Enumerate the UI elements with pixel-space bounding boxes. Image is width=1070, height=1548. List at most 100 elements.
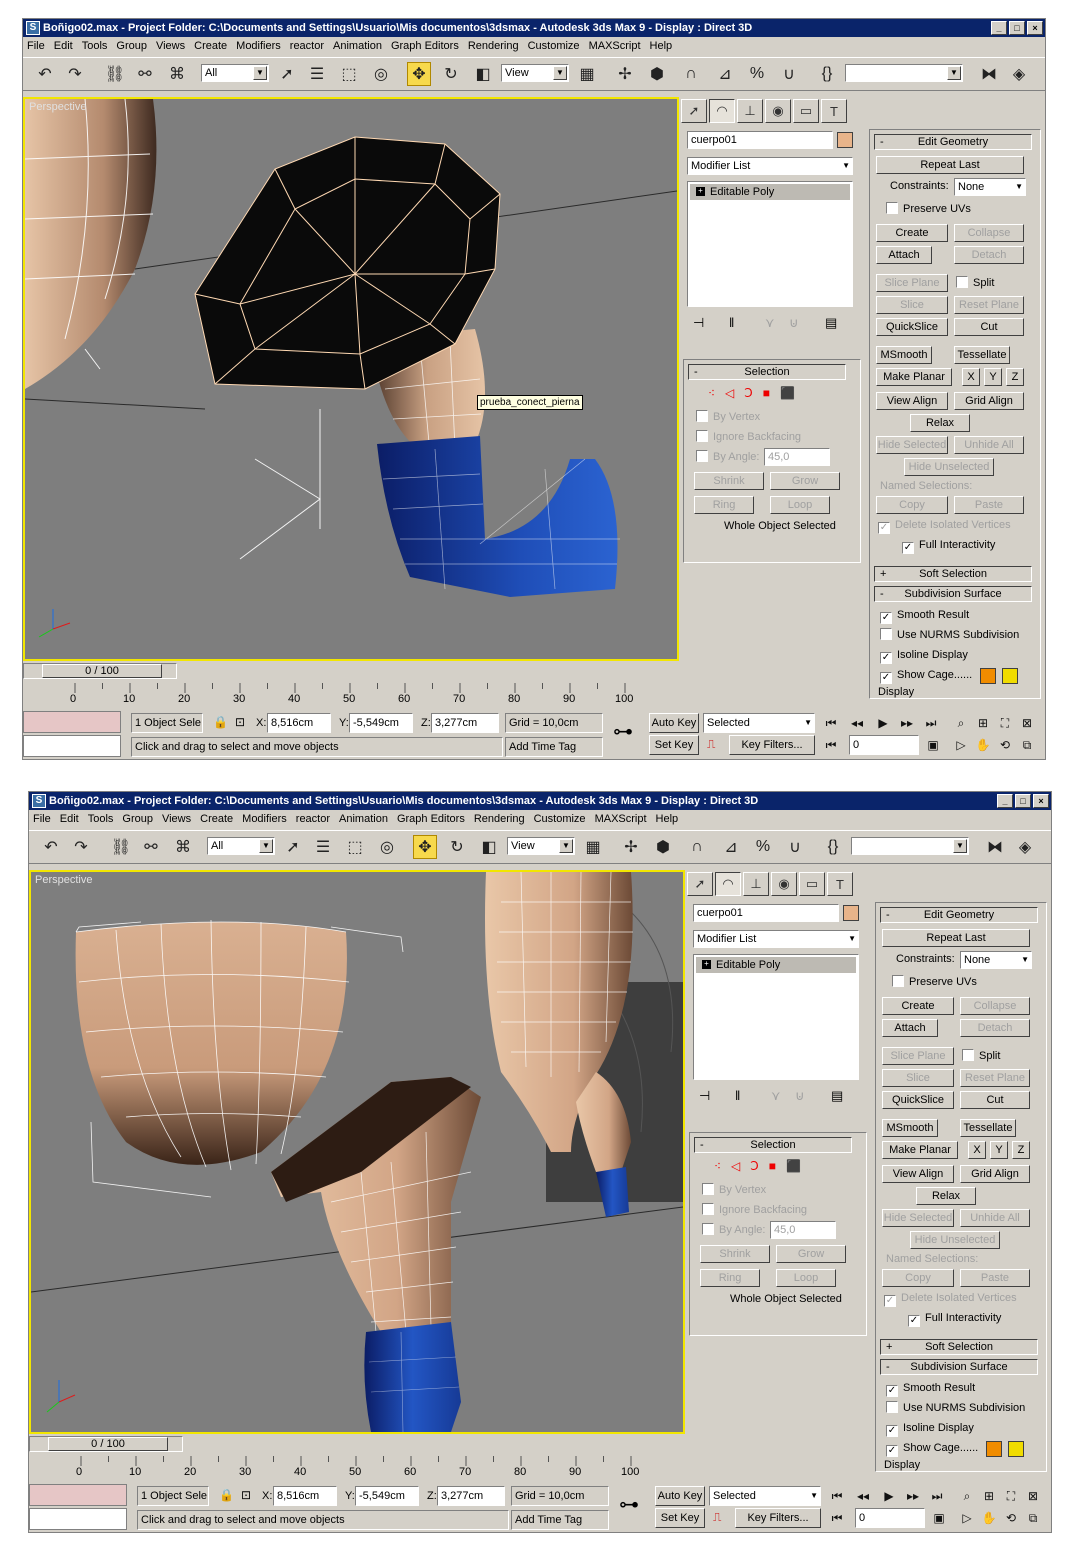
zoom-icon[interactable]: ⌕ bbox=[957, 1486, 977, 1506]
create-button[interactable]: Create bbox=[876, 224, 948, 242]
tessellate-button[interactable]: Tessellate bbox=[960, 1119, 1016, 1137]
current-frame-field[interactable]: 0 bbox=[855, 1508, 925, 1528]
object-color-swatch[interactable] bbox=[843, 905, 859, 921]
zoom-extents-all-icon[interactable]: ⊠ bbox=[1023, 1486, 1043, 1506]
preserve-uvs-checkbox[interactable]: Preserve UVs bbox=[886, 202, 971, 216]
keyboard-shortcut-icon[interactable]: ⬢ bbox=[645, 62, 669, 86]
element-mode-icon[interactable]: ⬛ bbox=[780, 386, 795, 400]
remove-modifier-icon[interactable]: ⊍ bbox=[789, 315, 799, 331]
hide-unselected-button[interactable]: Hide Unselected bbox=[910, 1231, 1000, 1249]
slice-plane-button[interactable]: Slice Plane bbox=[882, 1047, 954, 1065]
menu-create[interactable]: Create bbox=[200, 813, 233, 825]
key-mode-dropdown[interactable]: Selected ▼ bbox=[703, 713, 815, 733]
subdivision-surface-header[interactable]: - Subdivision Surface bbox=[874, 586, 1032, 602]
element-mode-icon[interactable]: ⬛ bbox=[786, 1159, 801, 1173]
menu-graph-editors[interactable]: Graph Editors bbox=[391, 40, 459, 52]
perspective-viewport[interactable]: Perspective bbox=[29, 870, 685, 1434]
stack-item-editable-poly[interactable]: + Editable Poly bbox=[690, 184, 850, 200]
track-bar[interactable]: 0 10 20 30 40 50 60 70 80 90 100 bbox=[23, 681, 679, 707]
rect-selection-icon[interactable]: ⬚ bbox=[343, 835, 367, 859]
shrink-button[interactable]: Shrink bbox=[694, 472, 764, 490]
menu-reactor[interactable]: reactor bbox=[290, 40, 324, 52]
bind-space-warp-icon[interactable]: ⌘ bbox=[171, 835, 195, 859]
close-button[interactable]: × bbox=[1027, 21, 1043, 35]
hierarchy-tab-icon[interactable]: ⊥ bbox=[743, 872, 769, 896]
link-icon[interactable]: ⛓ bbox=[103, 62, 127, 86]
scale-icon[interactable]: ◧ bbox=[477, 835, 501, 859]
named-selection-sets-dropdown[interactable]: ▼ bbox=[845, 64, 963, 82]
maxscript-listener-white[interactable] bbox=[29, 1508, 127, 1530]
make-planar-y-button[interactable]: Y bbox=[984, 368, 1002, 386]
polygon-mode-icon[interactable]: ■ bbox=[769, 1159, 776, 1173]
curve-icon[interactable]: ⎍ bbox=[713, 1510, 721, 1525]
motion-tab-icon[interactable]: ◉ bbox=[765, 99, 791, 123]
make-planar-y-button[interactable]: Y bbox=[990, 1141, 1008, 1159]
play-icon[interactable]: ▶ bbox=[873, 713, 893, 733]
smooth-result-checkbox[interactable]: ✓ Smooth Result bbox=[886, 1381, 975, 1397]
grid-align-button[interactable]: Grid Align bbox=[960, 1165, 1030, 1183]
by-angle-spinner[interactable]: 45,0 bbox=[764, 448, 830, 466]
key-icon[interactable]: ⊶ bbox=[619, 1492, 639, 1517]
attach-button[interactable]: Attach bbox=[876, 246, 932, 264]
maxscript-listener-white[interactable] bbox=[23, 735, 121, 757]
polygon-mode-icon[interactable]: ■ bbox=[763, 386, 770, 400]
pin-stack-icon[interactable]: ⊣ bbox=[693, 315, 704, 331]
msmooth-button[interactable]: MSmooth bbox=[882, 1119, 938, 1137]
constraints-dropdown[interactable]: None ▼ bbox=[960, 951, 1032, 969]
y-coordinate-field[interactable]: -5,549cm bbox=[349, 713, 413, 733]
zoom-extents-all-icon[interactable]: ⊠ bbox=[1017, 713, 1037, 733]
snaps-3d-icon[interactable]: ∩ bbox=[685, 835, 709, 859]
by-angle-checkbox[interactable]: By Angle: bbox=[696, 450, 759, 464]
view-align-button[interactable]: View Align bbox=[876, 392, 948, 410]
go-to-end-icon[interactable]: ⏭ bbox=[927, 1486, 947, 1506]
select-object-icon[interactable]: ➚ bbox=[275, 62, 299, 86]
msmooth-button[interactable]: MSmooth bbox=[876, 346, 932, 364]
maxscript-listener-pink[interactable] bbox=[23, 711, 121, 733]
by-vertex-checkbox[interactable]: By Vertex bbox=[696, 410, 760, 424]
time-slider-thumb[interactable]: 0 / 100 bbox=[48, 1437, 168, 1451]
grid-align-button[interactable]: Grid Align bbox=[954, 392, 1024, 410]
selection-filter-dropdown[interactable]: All ▼ bbox=[207, 837, 275, 855]
vertex-mode-icon[interactable]: ⁖ bbox=[714, 1159, 721, 1173]
unhide-all-button[interactable]: Unhide All bbox=[954, 436, 1024, 454]
key-mode-toggle-icon[interactable]: ⏮ bbox=[827, 1508, 847, 1528]
ignore-backfacing-checkbox[interactable]: Ignore Backfacing bbox=[696, 430, 801, 444]
pin-stack-icon[interactable]: ⊣ bbox=[699, 1088, 710, 1104]
zoom-icon[interactable]: ⌕ bbox=[951, 713, 971, 733]
cut-button[interactable]: Cut bbox=[954, 318, 1024, 336]
x-coordinate-field[interactable]: 8,516cm bbox=[267, 713, 331, 733]
link-icon[interactable]: ⛓ bbox=[109, 835, 133, 859]
selection-rollout-header[interactable]: - Selection bbox=[688, 364, 846, 380]
key-mode-dropdown[interactable]: Selected ▼ bbox=[709, 1486, 821, 1506]
named-selection-sets-dropdown[interactable]: ▼ bbox=[851, 837, 969, 855]
menu-rendering[interactable]: Rendering bbox=[474, 813, 525, 825]
curve-icon[interactable]: ⎍ bbox=[707, 737, 715, 752]
next-frame-icon[interactable]: ▸▸ bbox=[903, 1486, 923, 1506]
time-config-icon[interactable]: ▣ bbox=[929, 1508, 949, 1528]
redo-icon[interactable]: ↷ bbox=[69, 835, 93, 859]
border-mode-icon[interactable]: Ↄ bbox=[744, 386, 752, 400]
full-interactivity-checkbox[interactable]: ✓ Full Interactivity bbox=[902, 538, 995, 554]
track-bar[interactable]: 0 10 20 30 40 50 60 70 80 90 100 bbox=[29, 1454, 685, 1480]
display-tab-icon[interactable]: ▭ bbox=[799, 872, 825, 896]
make-unique-icon[interactable]: ⋎ bbox=[771, 1088, 781, 1104]
undo-icon[interactable]: ↶ bbox=[39, 835, 63, 859]
quickslice-button[interactable]: QuickSlice bbox=[876, 318, 948, 336]
show-end-result-icon[interactable]: ‖ bbox=[735, 1088, 740, 1103]
object-name-field[interactable]: cuerpo01 bbox=[687, 131, 833, 149]
repeat-last-button[interactable]: Repeat Last bbox=[876, 156, 1024, 174]
edit-geometry-header[interactable]: - Edit Geometry bbox=[874, 134, 1032, 150]
slice-button[interactable]: Slice bbox=[882, 1069, 954, 1087]
menu-rendering[interactable]: Rendering bbox=[468, 40, 519, 52]
ref-coord-dropdown[interactable]: View ▼ bbox=[507, 837, 575, 855]
show-cage-checkbox[interactable]: ✓ Show Cage...... bbox=[886, 1441, 978, 1457]
menu-edit[interactable]: Edit bbox=[54, 40, 73, 52]
time-slider-thumb[interactable]: 0 / 100 bbox=[42, 664, 162, 678]
isoline-display-checkbox[interactable]: ✓ Isoline Display bbox=[880, 648, 968, 664]
field-of-view-icon[interactable]: ▷ bbox=[957, 1508, 977, 1528]
tessellate-button[interactable]: Tessellate bbox=[954, 346, 1010, 364]
paste-button[interactable]: Paste bbox=[954, 496, 1024, 514]
soft-selection-header[interactable]: + Soft Selection bbox=[874, 566, 1032, 582]
cut-button[interactable]: Cut bbox=[960, 1091, 1030, 1109]
undo-icon[interactable]: ↶ bbox=[33, 62, 57, 86]
